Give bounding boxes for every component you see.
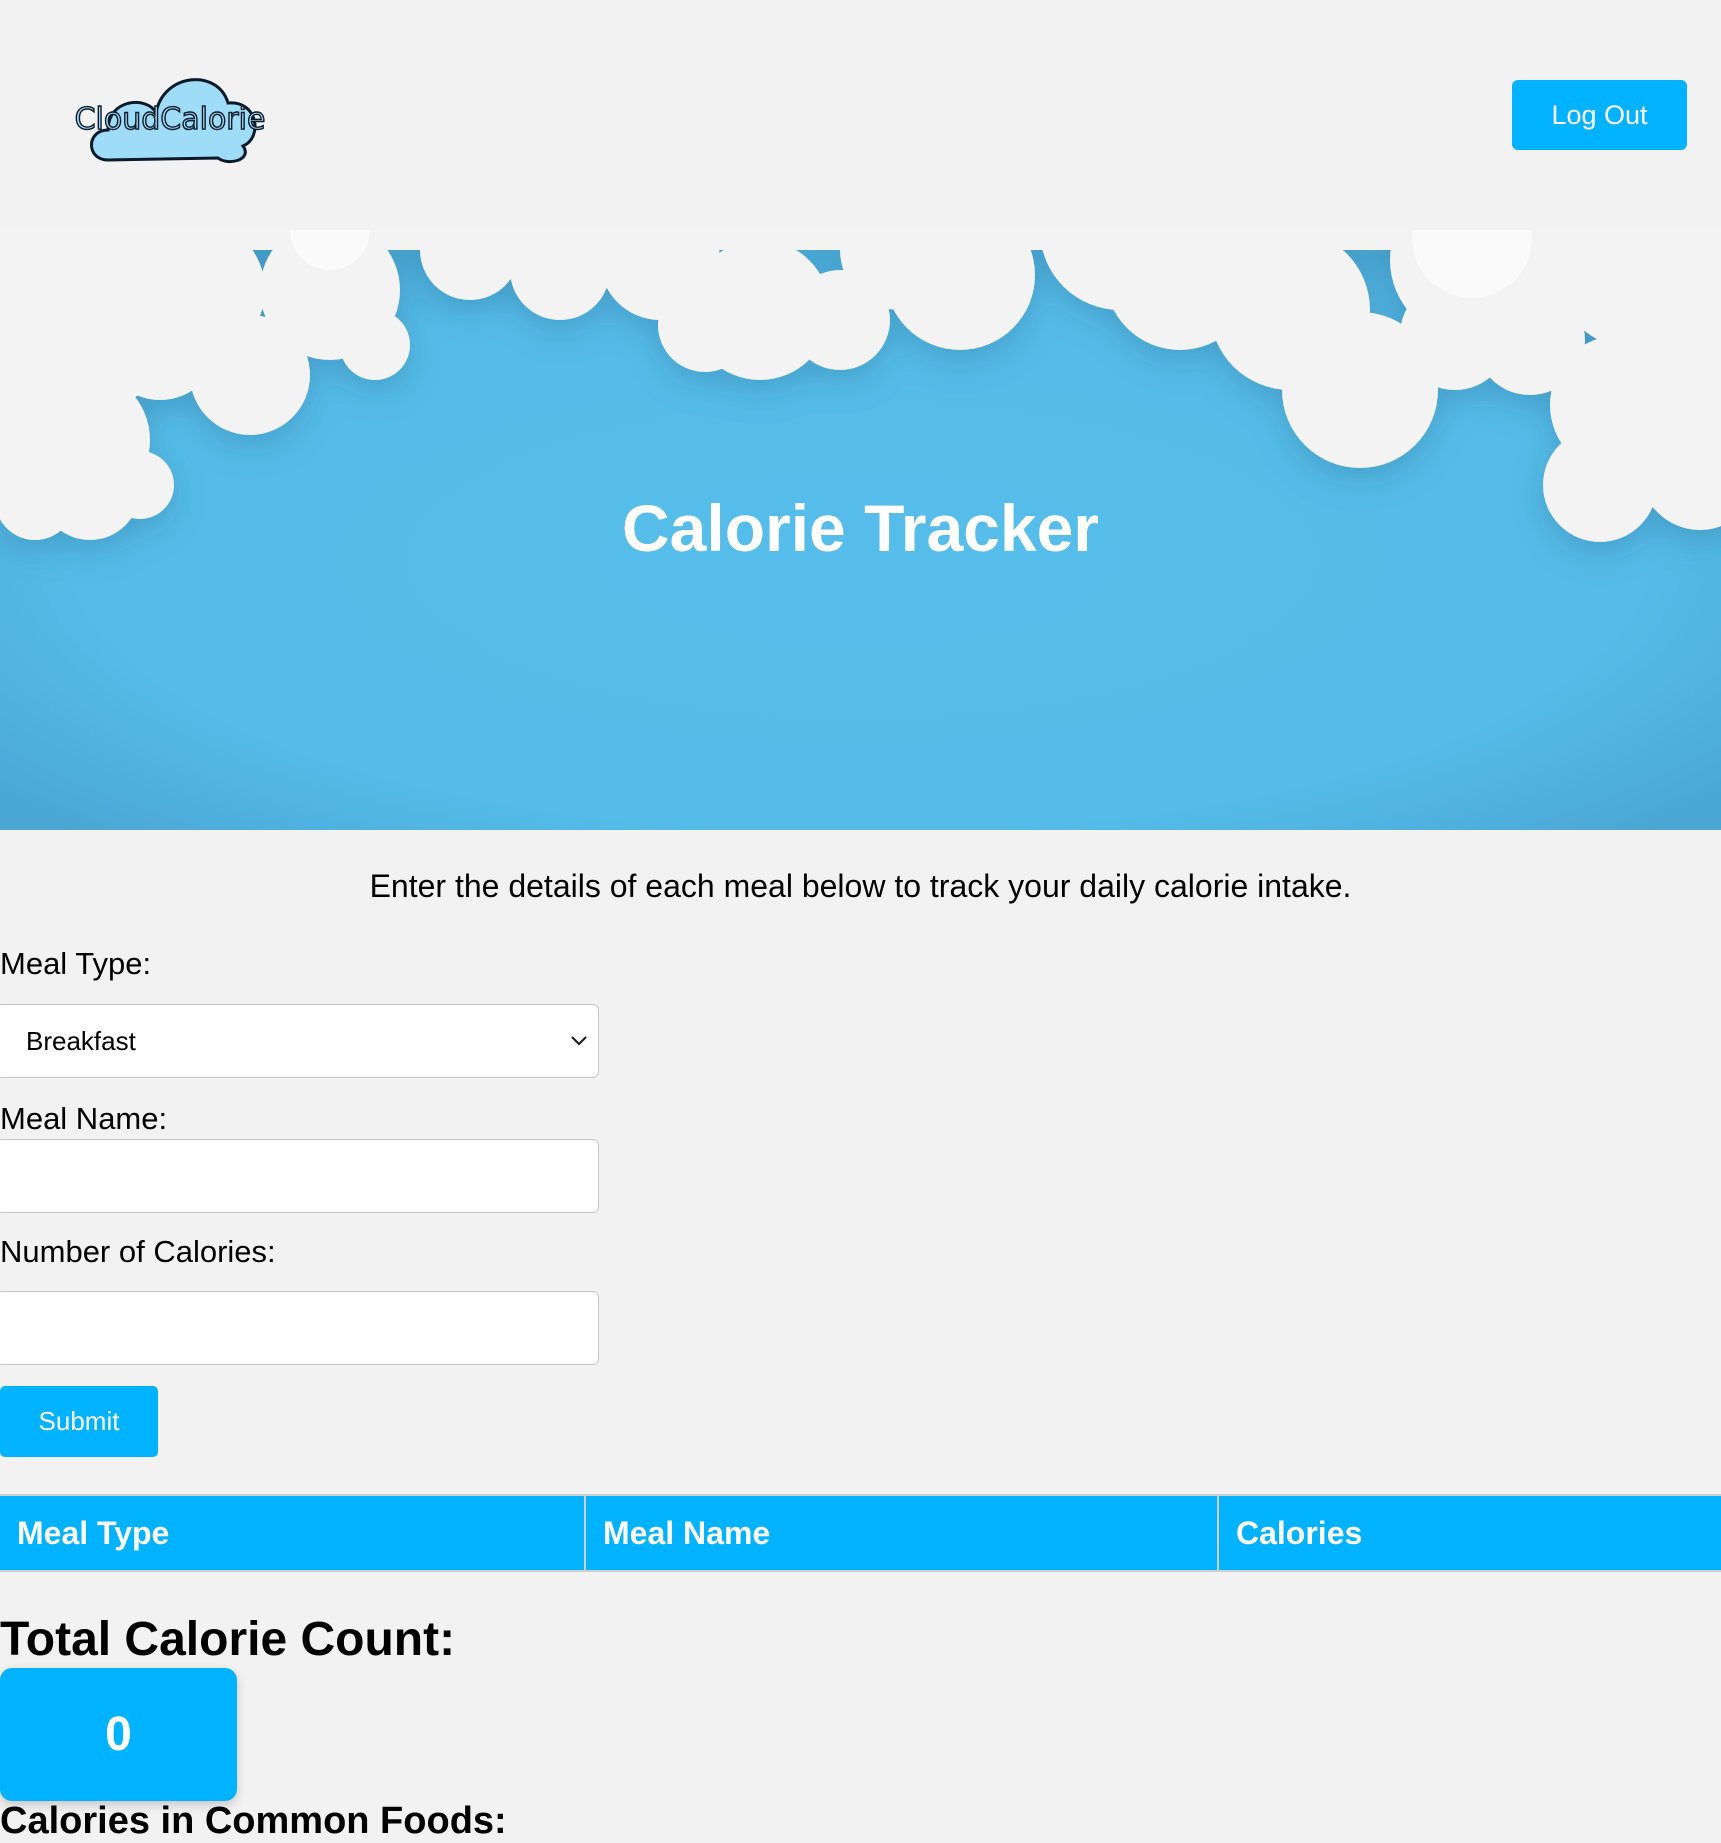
column-header-meal-name: Meal Name [584,1496,1217,1570]
hero-banner: Calorie Tracker [0,230,1721,830]
calories-label: Number of Calories: [0,1234,276,1269]
meal-name-input[interactable] [0,1139,599,1213]
column-header-calories: Calories [1217,1496,1721,1570]
meal-name-label: Meal Name: [0,1101,168,1136]
header: CloudCalorie Log Out [0,0,1721,230]
common-foods-heading: Calories in Common Foods: [0,1800,507,1842]
calories-input[interactable] [0,1291,599,1365]
meal-type-value: Breakfast [26,1025,136,1056]
intro-text: Enter the details of each meal below to … [369,868,1352,904]
cloudcalorie-logo[interactable]: CloudCalorie [68,58,278,170]
total-calorie-heading: Total Calorie Count: [0,1613,456,1666]
meal-type-select[interactable]: Breakfast [0,1004,599,1078]
meal-type-label: Meal Type: [0,946,152,981]
logo-text: CloudCalorie [75,102,266,137]
chevron-down-icon [571,1036,587,1046]
meal-table-header: Meal Type Meal Name Calories [0,1494,1721,1572]
total-calorie-value: 0 [0,1668,237,1801]
submit-button[interactable]: Submit [0,1386,158,1457]
logout-button[interactable]: Log Out [1512,80,1687,150]
page-title: Calorie Tracker [622,491,1099,565]
column-header-meal-type: Meal Type [17,1514,170,1551]
